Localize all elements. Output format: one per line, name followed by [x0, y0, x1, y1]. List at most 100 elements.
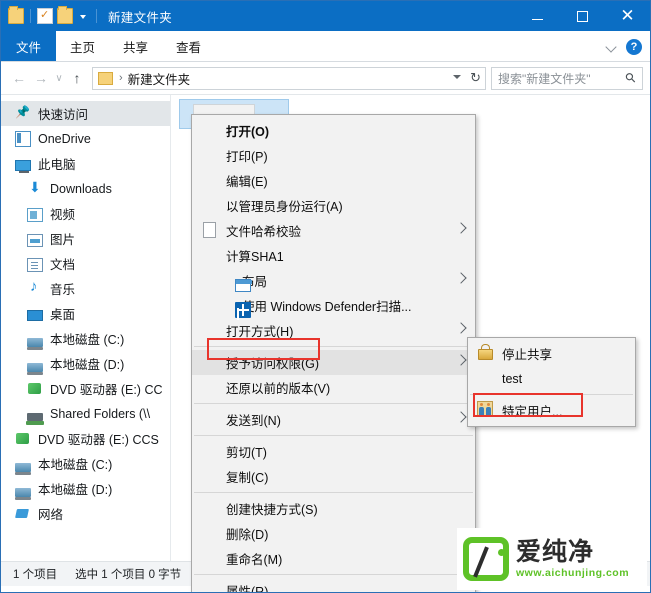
chevron-right-icon [455, 354, 467, 366]
properties-icon[interactable] [37, 7, 53, 24]
sidebar-item[interactable]: 本地磁盘 (C:) [1, 326, 170, 351]
menu-item-label: 打印(P) [226, 150, 268, 164]
sidebar-item-label: 快速访问 [38, 108, 89, 122]
sidebar-item[interactable]: 视频 [1, 201, 170, 226]
minimize-button[interactable] [515, 1, 560, 31]
submenu-item[interactable]: 停止共享 [468, 341, 635, 366]
sidebar-item[interactable]: 本地磁盘 (C:) [1, 451, 170, 476]
address-bar: ← → ∨ ↑ › 新建文件夹 ↻ 搜索"新建文件夹" ⚲ [1, 62, 650, 95]
search-input[interactable]: 搜索"新建文件夹" [498, 70, 591, 87]
context-menu[interactable]: 打开(O) 打印(P) 编辑(E) 以管理员身份运行(A) 文件哈希校验 计算SHA1 布局… [191, 114, 476, 592]
menu-item[interactable]: 还原以前的版本(V) [192, 375, 475, 400]
menu-item[interactable]: 打开方式(H) [192, 318, 475, 343]
menu-item-label: 创建快捷方式(S) [226, 503, 318, 517]
sidebar-item[interactable]: Downloads [1, 176, 170, 201]
tab-home[interactable]: 主页 [56, 31, 109, 61]
pin-icon [15, 106, 31, 122]
sidebar-item-label: 文档 [50, 258, 76, 272]
menu-item[interactable]: 复制(C) [192, 464, 475, 489]
tab-share[interactable]: 共享 [109, 31, 162, 61]
menu-item[interactable]: 剪切(T) [192, 439, 475, 464]
sidebar-item-label: Downloads [50, 181, 112, 196]
maximize-button[interactable] [560, 1, 605, 31]
shared-folder-icon [26, 412, 44, 425]
menu-item[interactable]: 删除(D) [192, 521, 475, 546]
sidebar-item[interactable]: 快速访问 [1, 101, 170, 126]
sidebar-item[interactable]: 桌面 [1, 301, 170, 326]
sidebar-item-label: DVD 驱动器 (E:) CC [50, 383, 163, 397]
sidebar-item[interactable]: 图片 [1, 226, 170, 251]
menu-item[interactable]: 重命名(M) [192, 546, 475, 571]
tab-file[interactable]: 文件 [1, 31, 57, 61]
brand-logo-icon [463, 537, 509, 581]
menu-item-label: 打开(O) [226, 125, 270, 139]
up-button[interactable]: ↑ [66, 67, 88, 89]
forward-button[interactable]: → [30, 67, 52, 89]
sidebar-item-label: 此电脑 [38, 158, 76, 172]
menu-item[interactable]: 创建快捷方式(S) [192, 496, 475, 521]
menu-item[interactable]: 以管理员身份运行(A) [192, 193, 475, 218]
back-button[interactable]: ← [8, 67, 30, 89]
menu-item[interactable]: 发送到(N) [192, 407, 475, 432]
refresh-icon[interactable]: ↻ [470, 70, 481, 86]
menu-item[interactable]: 打印(P) [192, 143, 475, 168]
doc-icon [203, 222, 216, 238]
submenu-item[interactable]: test [468, 366, 635, 391]
submenu-item[interactable]: 特定用户... [468, 398, 635, 423]
window-title: 新建文件夹 [108, 10, 173, 25]
search-box[interactable]: 搜索"新建文件夹" ⚲ [491, 66, 643, 90]
menu-item[interactable]: 授予访问权限(G) [192, 350, 475, 375]
tab-view[interactable]: 查看 [162, 31, 215, 61]
sidebar-item-label: 视频 [50, 208, 76, 222]
divider [30, 9, 31, 23]
chevron-right-icon [455, 272, 467, 284]
menu-item-label: 以管理员身份运行(A) [226, 200, 343, 214]
menu-item-label: 复制(C) [226, 471, 269, 485]
local-disk-icon [15, 488, 31, 500]
submenu-item-label: 特定用户... [502, 405, 563, 419]
new-folder-icon[interactable] [57, 6, 73, 24]
submenu-item-label: 停止共享 [502, 348, 553, 362]
sidebar-item[interactable]: 音乐 [1, 276, 170, 301]
ribbon-right-controls: ? [606, 31, 642, 62]
local-disk-icon [27, 338, 43, 350]
menu-item[interactable]: 使用 Windows Defender扫描... [192, 293, 475, 318]
menu-item[interactable]: 布局 [192, 268, 475, 293]
search-icon[interactable]: ⚲ [622, 69, 640, 87]
sidebar-item[interactable]: 本地磁盘 (D:) [1, 351, 170, 376]
menu-item[interactable]: 打开(O) [192, 118, 475, 143]
menu-separator [194, 492, 473, 493]
recent-locations-button[interactable]: ∨ [52, 67, 66, 89]
menu-item-label: 重命名(M) [226, 553, 283, 567]
downloads-icon [27, 179, 43, 197]
menu-item[interactable]: 文件哈希校验 [192, 218, 475, 243]
sidebar-item[interactable]: 文档 [1, 251, 170, 276]
chevron-down-icon[interactable] [451, 72, 463, 84]
menu-item-label: 使用 Windows Defender扫描... [242, 300, 412, 314]
sidebar-item[interactable]: DVD 驱动器 (E:) CCS [1, 426, 170, 451]
sidebar-item[interactable]: 本地磁盘 (D:) [1, 476, 170, 501]
menu-separator [194, 574, 473, 575]
menu-item[interactable]: 计算SHA1 [192, 243, 475, 268]
menu-separator [470, 394, 633, 395]
chevron-down-icon[interactable] [606, 41, 617, 52]
address-input[interactable]: › 新建文件夹 ↻ [92, 66, 486, 90]
breadcrumb-separator: › [119, 72, 123, 84]
sidebar-item[interactable]: Shared Folders (\\ [1, 401, 170, 426]
sidebar-item[interactable]: DVD 驱动器 (E:) CC [1, 376, 170, 401]
context-submenu-give-access[interactable]: 停止共享 test 特定用户... [467, 337, 636, 427]
watermark-brand: 爱纯净 [516, 537, 595, 566]
sidebar-item[interactable]: 网络 [1, 501, 170, 526]
sidebar-item[interactable]: OneDrive [1, 126, 170, 151]
close-button[interactable]: ✕ [605, 1, 650, 31]
menu-item[interactable]: 属性(R) [192, 578, 475, 592]
folder-icon[interactable] [8, 6, 24, 24]
help-icon[interactable]: ? [626, 38, 642, 55]
sidebar-item-label: 本地磁盘 (C:) [50, 333, 125, 347]
sidebar-item-label: 本地磁盘 (D:) [38, 483, 113, 497]
menu-item[interactable]: 编辑(E) [192, 168, 475, 193]
sidebar-item-label: OneDrive [38, 131, 91, 146]
chevron-down-icon[interactable] [77, 10, 90, 23]
sidebar-item[interactable]: 此电脑 [1, 151, 170, 176]
dvd-drive-icon [27, 381, 43, 397]
